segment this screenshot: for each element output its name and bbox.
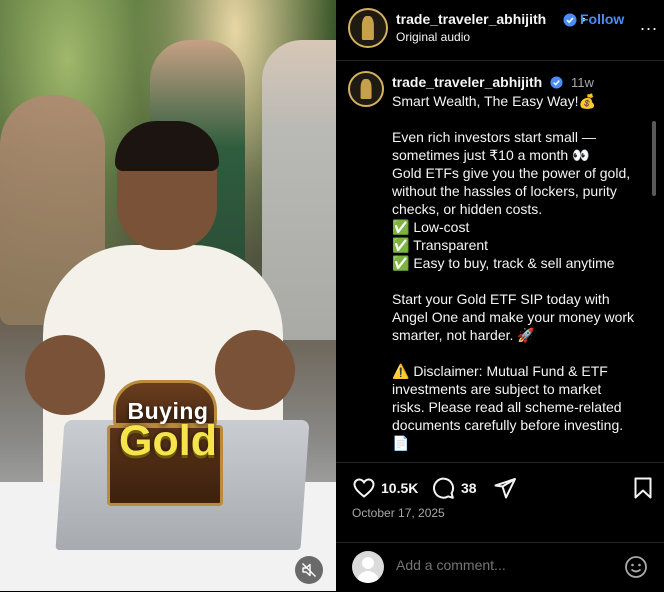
mute-button[interactable] — [295, 556, 323, 584]
caption-line — [392, 272, 654, 290]
caption-line — [392, 344, 654, 362]
caption-header-line: trade_traveler_abhijith 11w — [392, 73, 654, 92]
post-caption-area: trade_traveler_abhijith 11w Smart Wealth… — [336, 61, 658, 461]
post-actions: 10.5K 38 October 17, 2025 — [336, 462, 664, 543]
caption-line: Angel One and make your money work — [392, 309, 635, 325]
caption-line: risks. Please read all scheme-related — [392, 399, 622, 415]
caption-line: ⚠️ Disclaimer: Mutual Fund & ETF — [392, 363, 608, 379]
caption-line: 📄 — [392, 435, 410, 451]
caption-line: investments are subject to market — [392, 381, 602, 397]
presenter-hair — [115, 121, 219, 171]
like-heart-icon[interactable] — [352, 476, 376, 500]
post-caption: trade_traveler_abhijith 11w Smart Wealth… — [392, 73, 654, 452]
post-date[interactable]: October 17, 2025 — [352, 506, 445, 520]
emoji-picker-icon[interactable] — [624, 555, 648, 579]
caption-line: ✅ Easy to buy, track & sell anytime — [392, 255, 615, 271]
instagram-post-view: Buying Gold trade_traveler_abhijith • Fo… — [0, 0, 664, 591]
share-send-icon[interactable] — [493, 476, 517, 500]
comment-bubble-icon[interactable] — [431, 476, 455, 500]
like-count[interactable]: 10.5K — [381, 480, 418, 496]
caption-line: ✅ Low-cost — [392, 219, 470, 235]
comment-input[interactable] — [396, 557, 606, 573]
comment-composer — [336, 542, 664, 592]
comment-count[interactable]: 38 — [461, 480, 477, 496]
speaker-muted-icon — [302, 563, 316, 577]
save-bookmark-icon[interactable] — [632, 476, 654, 500]
caption-username[interactable]: trade_traveler_abhijith — [392, 74, 542, 90]
post-side-panel: trade_traveler_abhijith • Follow Origina… — [336, 0, 664, 591]
caption-line: without the hassles of lockers, purity — [392, 183, 617, 199]
reel-video[interactable]: Buying Gold — [0, 0, 336, 591]
post-time-ago[interactable]: 11w — [571, 75, 594, 90]
current-user-avatar — [352, 551, 384, 583]
caption-verified-badge-icon — [550, 76, 563, 89]
more-options-icon[interactable]: ... — [640, 14, 658, 35]
caption-line — [392, 110, 654, 128]
follow-button[interactable]: Follow — [580, 11, 624, 27]
author-username[interactable]: trade_traveler_abhijith — [396, 11, 546, 27]
verified-badge-icon — [563, 13, 577, 27]
caption-author-avatar[interactable] — [348, 71, 384, 107]
caption-line: Smart Wealth, The Easy Way!💰 — [392, 93, 596, 109]
caption-scrollbar[interactable] — [652, 121, 656, 196]
caption-line: ✅ Transparent — [392, 237, 489, 253]
caption-line: checks, or hidden costs. — [392, 201, 543, 217]
overlay-text-gold: Gold — [119, 417, 217, 465]
audio-label[interactable]: Original audio — [396, 30, 470, 44]
caption-line: Even rich investors start small — — [392, 129, 596, 145]
caption-line: Start your Gold ETF SIP today with — [392, 291, 610, 307]
caption-lines: Smart Wealth, The Easy Way!💰 Even rich i… — [392, 92, 654, 452]
caption-line: smarter, not harder. 🚀 — [392, 327, 535, 343]
post-header: trade_traveler_abhijith • Follow Origina… — [336, 0, 664, 61]
caption-line: documents carefully before investing. — [392, 417, 624, 433]
caption-line: Gold ETFs give you the power of gold, — [392, 165, 631, 181]
author-avatar[interactable] — [348, 8, 388, 48]
caption-line: sometimes just ₹10 a month 👀 — [392, 147, 590, 163]
